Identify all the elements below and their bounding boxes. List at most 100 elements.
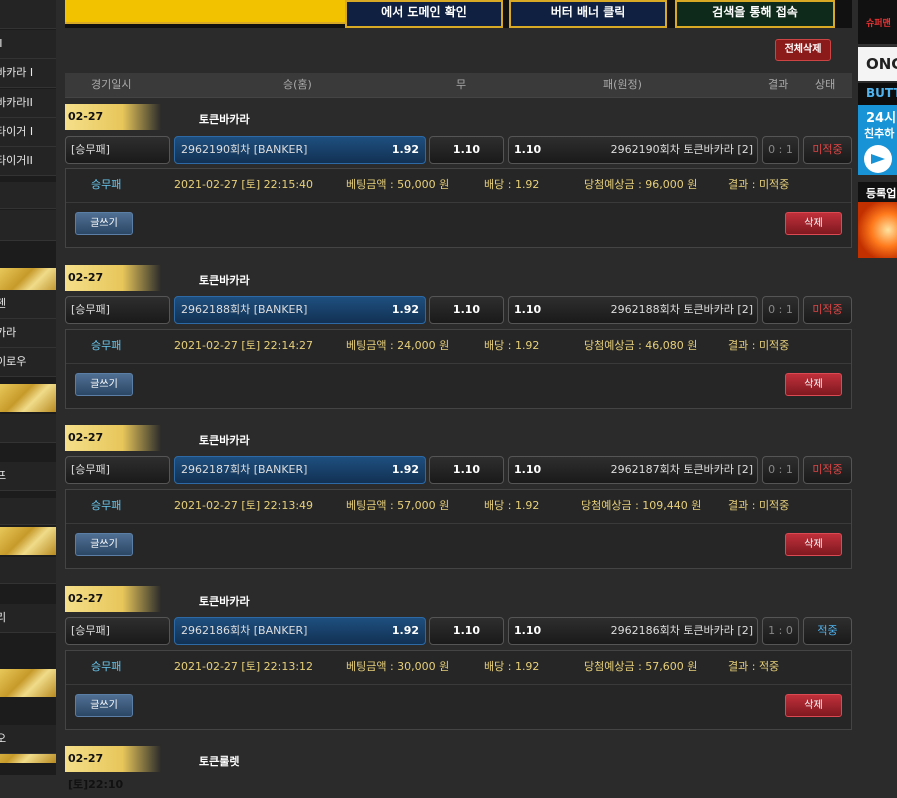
sidebar-spacer [0,498,56,525]
status-badge: 미적중 [812,143,843,156]
sidebar-item-label: 바카라II [0,96,33,109]
ad-butter[interactable]: BUTT [858,83,897,105]
delete-button[interactable]: 삭제 [785,533,842,556]
score-box: 0 : 1 [762,456,799,484]
bet-date: 02-27 [토]22:15 [65,104,161,149]
ad-butter-label: BUTT [866,86,897,100]
sidebar-item[interactable]: 타이거II [0,147,56,176]
sidebar-item[interactable]: 바카라II [0,89,56,118]
banner-butter[interactable]: 버터 배너 클릭 [509,0,667,28]
home-pick[interactable]: 2962187회차 [BANKER] 1.92 [174,456,426,484]
delete-button[interactable]: 삭제 [785,212,842,235]
delete-button[interactable]: 삭제 [785,694,842,717]
sidebar-item[interactable]: 리 [0,604,56,633]
write-button[interactable]: 글쓰기 [75,212,133,235]
bet-detail: 승무패 2021-02-27 [토] 22:14:27 베팅금액 : 24,00… [65,329,852,409]
delete-all-button[interactable]: 전체삭제 [775,39,831,61]
sidebar-item-label: 이로우 [0,355,27,368]
ad-ongame[interactable]: ONG [858,47,897,81]
detail-bet-type: 승무패 [91,339,122,352]
top-banner: 에서 도메인 확인 버터 배너 클릭 검색을 통해 접속 [65,0,852,28]
sidebar-item[interactable]: 카라 [0,319,56,348]
detail-bet-time: 2021-02-27 [토] 22:14:27 [174,339,314,352]
home-pick[interactable]: 2962186회차 [BANKER] 1.92 [174,617,426,645]
draw-odds: 1.10 [452,303,481,316]
away-label: 2962188회차 토큰바카라 [2] [610,303,753,316]
sidebar-spacer [0,210,56,241]
score: 0 : 1 [768,143,793,156]
bet-detail: 승무패 2021-02-27 [토] 22:13:12 베팅금액 : 30,00… [65,650,852,730]
detail-result: 결과 : 미적중 [728,339,790,352]
away-pick[interactable]: 1.10 2962190회차 토큰바카라 [2] [508,136,758,164]
detail-expected: 당첨예상금 : 109,440 원 [581,499,702,512]
draw-pick[interactable]: 1.10 [429,296,504,324]
sidebar-section-header[interactable] [0,384,56,412]
write-button[interactable]: 글쓰기 [75,694,133,717]
draw-odds: 1.10 [452,624,481,637]
sidebar-section-header[interactable] [0,527,56,555]
away-pick[interactable]: 1.10 2962188회차 토큰바카라 [2] [508,296,758,324]
ad-image[interactable] [858,202,897,258]
detail-odds: 배당 : 1.92 [484,660,540,673]
detail-expected: 당첨예상금 : 96,000 원 [584,178,698,191]
sidebar-item[interactable]: 젠 [0,290,56,319]
sidebar-item[interactable]: 오 [0,725,56,754]
away-odds: 1.10 [514,303,542,316]
home-pick[interactable]: 2962190회차 [BANKER] 1.92 [174,136,426,164]
bet-type-box: [승무패] [65,296,170,324]
score-box: 0 : 1 [762,136,799,164]
draw-pick[interactable]: 1.10 [429,617,504,645]
ad-register-label: 등록업 [866,187,897,200]
home-label: 2962186회차 [BANKER] [181,624,308,637]
detail-result: 결과 : 미적중 [728,499,790,512]
sidebar-item[interactable]: II [0,30,56,59]
ad-superman[interactable]: 슈퍼맨 [858,0,897,46]
detail-odds: 배당 : 1.92 [484,178,540,191]
draw-pick[interactable]: 1.10 [429,136,504,164]
status-badge: 미적중 [812,463,843,476]
status-badge: 미적중 [812,303,843,316]
score: 1 : 0 [768,624,793,637]
sidebar-spacer [0,557,56,584]
ad-telegram[interactable]: 24시 친추하 [858,105,897,175]
draw-odds: 1.10 [452,463,481,476]
game-title: 토큰바카라 [199,113,250,126]
draw-pick[interactable]: 1.10 [429,456,504,484]
ad-register[interactable]: 등록업 [858,182,897,202]
banner-search[interactable]: 검색을 통해 접속 [675,0,835,28]
away-pick[interactable]: 1.10 2962186회차 토큰바카라 [2] [508,617,758,645]
banner-logo[interactable] [65,0,345,24]
write-button[interactable]: 글쓰기 [75,373,133,396]
detail-bet-time: 2021-02-27 [토] 22:15:40 [174,178,314,191]
detail-result: 결과 : 미적중 [728,178,790,191]
status-box: 미적중 [803,136,852,164]
delete-button[interactable]: 삭제 [785,373,842,396]
banner-domain[interactable]: 에서 도메인 확인 [345,0,503,28]
bet-type-box: [승무패] [65,617,170,645]
header-date: 경기일시 [91,78,132,91]
status-box: 미적중 [803,296,852,324]
divider [66,523,851,524]
detail-bet-time: 2021-02-27 [토] 22:13:12 [174,660,314,673]
divider [66,202,851,203]
home-odds: 1.92 [391,624,419,637]
sidebar-item[interactable]: 이로우 [0,348,56,377]
sidebar-item[interactable]: 바카라 I [0,59,56,88]
sidebar-item[interactable]: 타이거 I [0,118,56,147]
status-badge: 적중 [817,624,838,637]
ad-telegram-label: 24시 [866,111,897,126]
sidebar-item[interactable]: I [0,0,56,29]
score: 0 : 1 [768,463,793,476]
sidebar-item[interactable]: 프 [0,462,56,491]
divider [66,684,851,685]
right-ad-column: 슈퍼맨 ONG BUTT 24시 친추하 등록업 [858,0,897,258]
away-label: 2962186회차 토큰바카라 [2] [610,624,753,637]
bet-type-box: [승무패] [65,136,170,164]
sidebar-section-header[interactable] [0,669,56,697]
away-pick[interactable]: 1.10 2962187회차 토큰바카라 [2] [508,456,758,484]
bet-detail: 승무패 2021-02-27 [토] 22:15:40 베팅금액 : 50,00… [65,168,852,248]
bet-type-label: [승무패] [71,463,110,476]
header-draw: 무 [456,78,467,91]
home-pick[interactable]: 2962188회차 [BANKER] 1.92 [174,296,426,324]
write-button[interactable]: 글쓰기 [75,533,133,556]
